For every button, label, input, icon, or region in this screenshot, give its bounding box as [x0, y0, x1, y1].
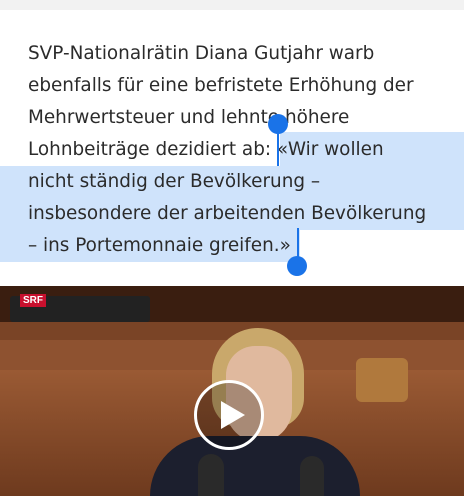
- broadcaster-logo: SRF: [20, 294, 46, 307]
- selection-start-handle[interactable]: [268, 114, 288, 134]
- play-icon: [221, 401, 245, 429]
- article-line: nicht ständig der Bevölkerung –: [0, 166, 464, 198]
- microphone: [198, 454, 224, 496]
- line-text-selected: insbesondere der arbeitenden Bevölkerung: [28, 203, 427, 224]
- top-bar: [0, 0, 464, 10]
- play-button[interactable]: [194, 380, 264, 450]
- article-line: SVP-Nationalrätin Diana Gutjahr warb: [28, 43, 375, 64]
- article-line: ebenfalls für eine befristete Erhöhung d…: [28, 75, 414, 96]
- article-line: – ins Portemonnaie greifen.»: [0, 230, 448, 262]
- selection-end-handle[interactable]: [287, 256, 307, 276]
- video-background-carving: [356, 358, 408, 402]
- article-line: Mehrwertsteuer und lehnte höhere: [28, 107, 350, 128]
- line-text-selected: – ins Portemonnaie greifen.»: [28, 235, 291, 256]
- microphone: [300, 456, 324, 496]
- speaker-body: [150, 436, 360, 496]
- line-text-selected: «Wir wollen: [276, 139, 384, 160]
- article-line: Lohnbeiträge dezidiert ab: «Wir wollen: [28, 132, 464, 166]
- video-player[interactable]: SRF: [0, 286, 464, 496]
- article-paragraph[interactable]: SVP-Nationalrätin Diana Gutjahr warb ebe…: [0, 38, 464, 262]
- line-text-selected: nicht ständig der Bevölkerung –: [28, 171, 321, 192]
- article-line: insbesondere der arbeitenden Bevölkerung: [0, 198, 464, 230]
- line-text-unselected: Lohnbeiträge dezidiert ab:: [28, 139, 277, 160]
